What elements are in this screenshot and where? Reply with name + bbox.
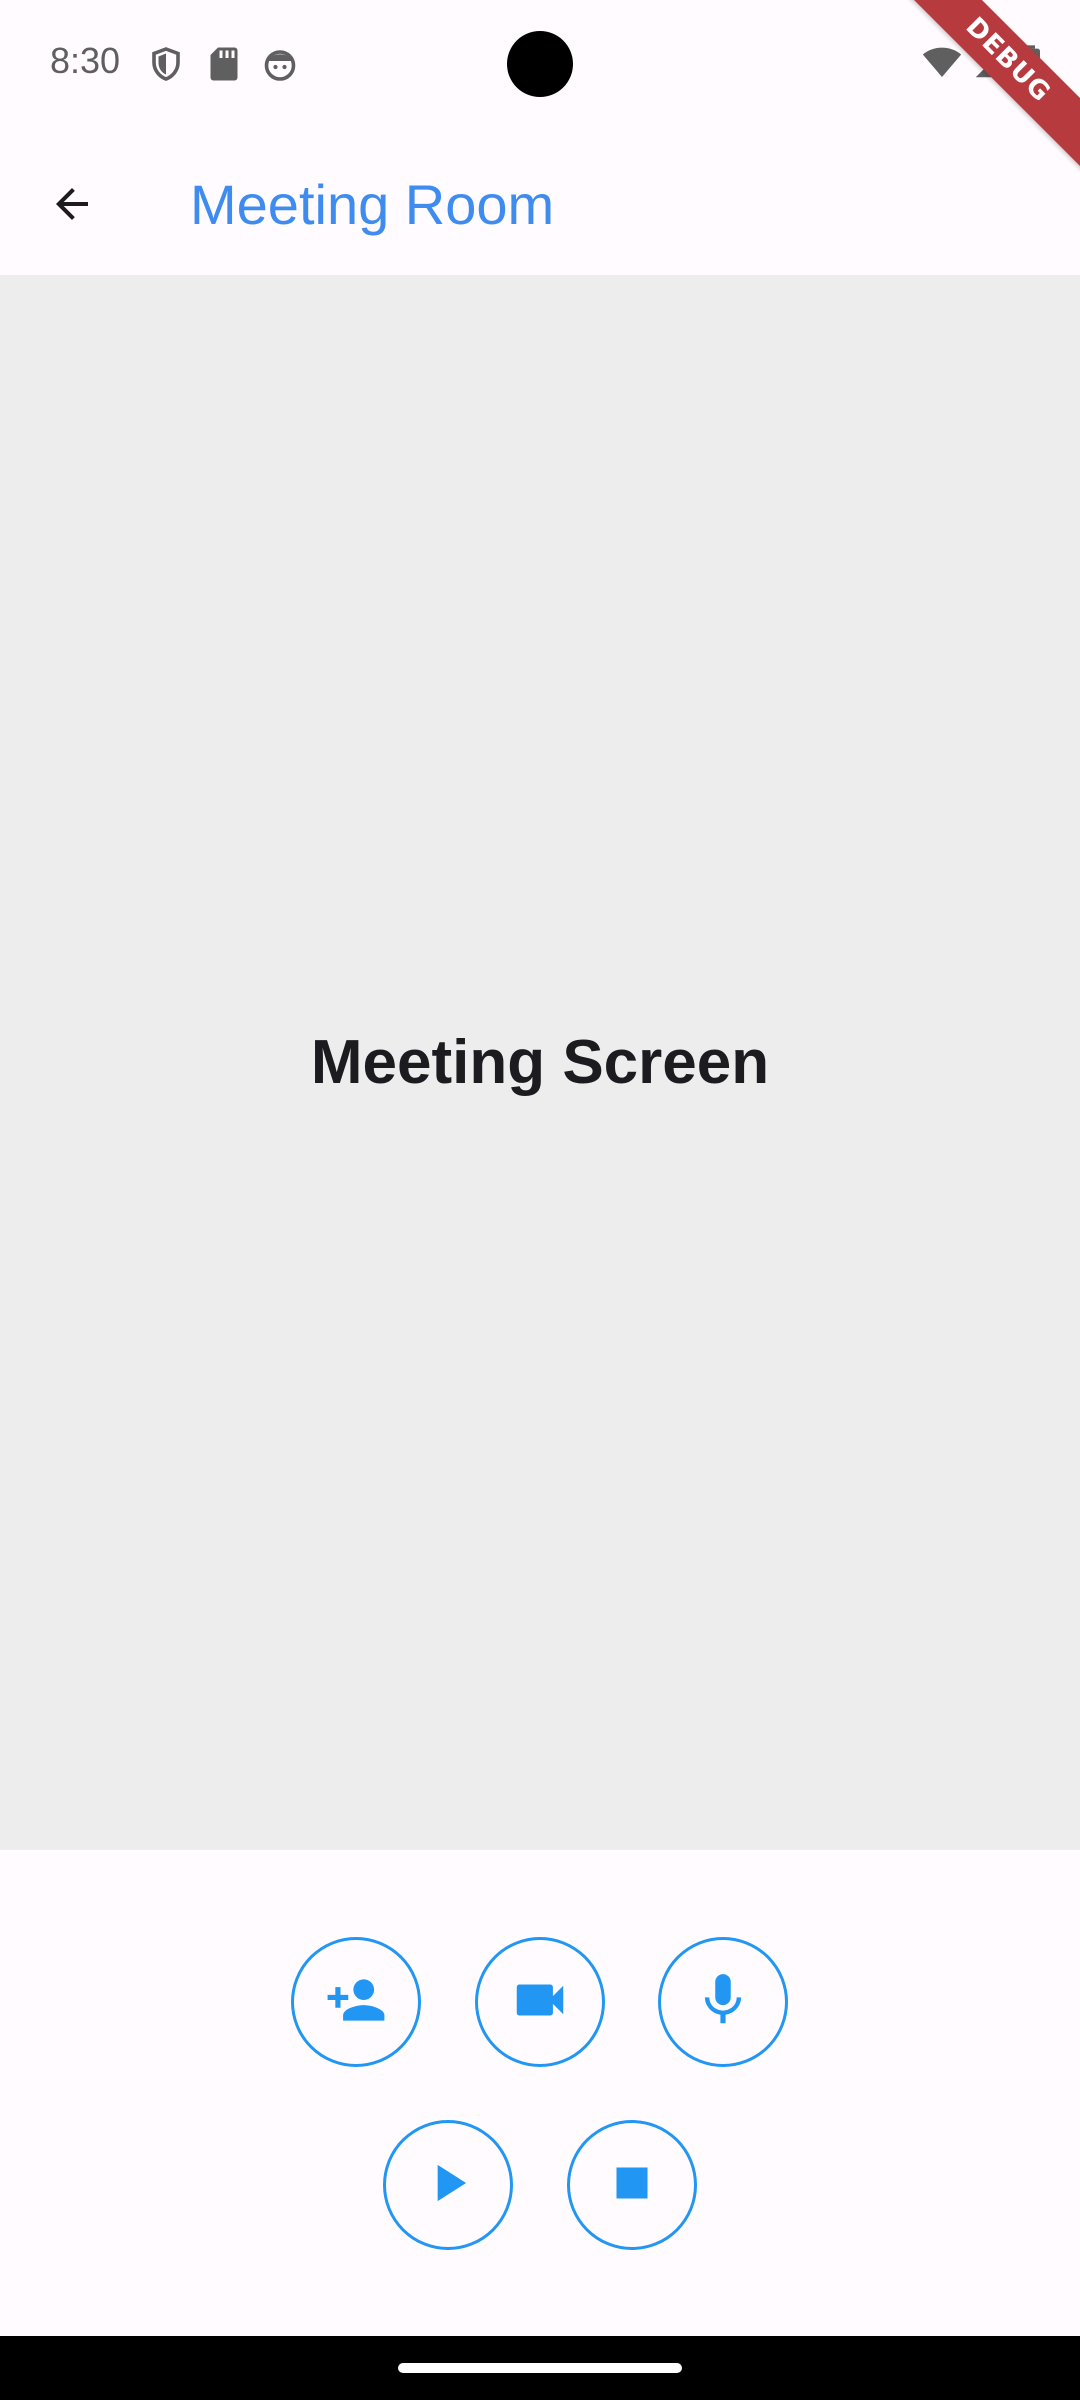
sd-card-icon: [204, 44, 244, 84]
meeting-controls: [0, 1850, 1080, 2335]
shield-icon: [146, 44, 186, 84]
status-bar: 8:30: [0, 0, 1080, 130]
camera-cutout: [507, 31, 573, 97]
face-icon: [260, 44, 300, 84]
home-gesture-handle[interactable]: [398, 2363, 682, 2373]
person-add-icon: [325, 1969, 387, 2036]
videocam-icon: [509, 1969, 571, 2036]
stop-button[interactable]: [567, 2120, 697, 2250]
play-button[interactable]: [383, 2120, 513, 2250]
meeting-view: Meeting Screen: [0, 275, 1080, 1850]
arrow-back-icon: [48, 180, 96, 233]
page-title: Meeting Room: [190, 173, 555, 236]
screen: 8:30 DEBUG Meeting Room Meeting Screen: [0, 0, 1080, 2400]
meeting-screen-label: Meeting Screen: [310, 1028, 770, 1097]
stop-icon: [601, 2152, 663, 2219]
app-bar: Meeting Room: [0, 130, 1080, 275]
status-time: 8:30: [50, 40, 121, 81]
video-button[interactable]: [475, 1937, 605, 2067]
mic-button[interactable]: [658, 1937, 788, 2067]
back-button[interactable]: [30, 164, 114, 248]
add-participant-button[interactable]: [291, 1937, 421, 2067]
wifi-icon: [922, 45, 962, 84]
navigation-bar: [0, 2336, 1080, 2400]
mic-icon: [692, 1969, 754, 2036]
play-icon: [417, 2152, 479, 2219]
